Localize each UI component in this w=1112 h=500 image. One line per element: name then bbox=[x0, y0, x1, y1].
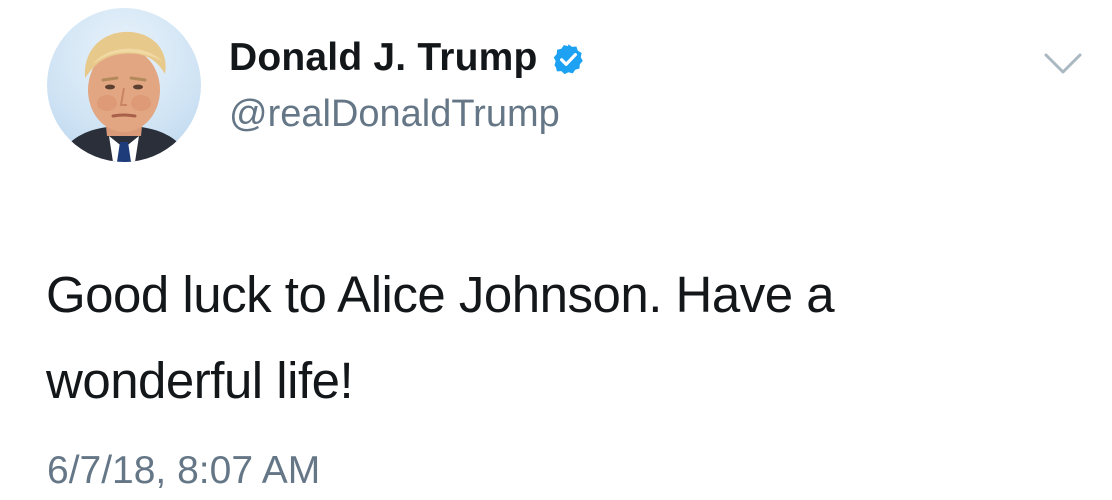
tweet-card: Donald J. Trump @realDonaldTrump Good lu… bbox=[0, 0, 1112, 500]
verified-badge-icon bbox=[551, 42, 586, 77]
chevron-down-icon[interactable] bbox=[1043, 51, 1083, 77]
tweet-text: Good luck to Alice Johnson. Have a wonde… bbox=[46, 266, 835, 409]
author-name-text[interactable]: Donald J. Trump bbox=[229, 36, 538, 80]
author-display-name[interactable]: Donald J. Trump bbox=[229, 36, 586, 80]
author-handle[interactable]: @realDonaldTrump bbox=[229, 93, 560, 136]
tweet-timestamp[interactable]: 6/7/18, 8:07 AM bbox=[47, 449, 320, 493]
avatar[interactable] bbox=[47, 8, 201, 162]
profile-photo bbox=[57, 31, 191, 162]
